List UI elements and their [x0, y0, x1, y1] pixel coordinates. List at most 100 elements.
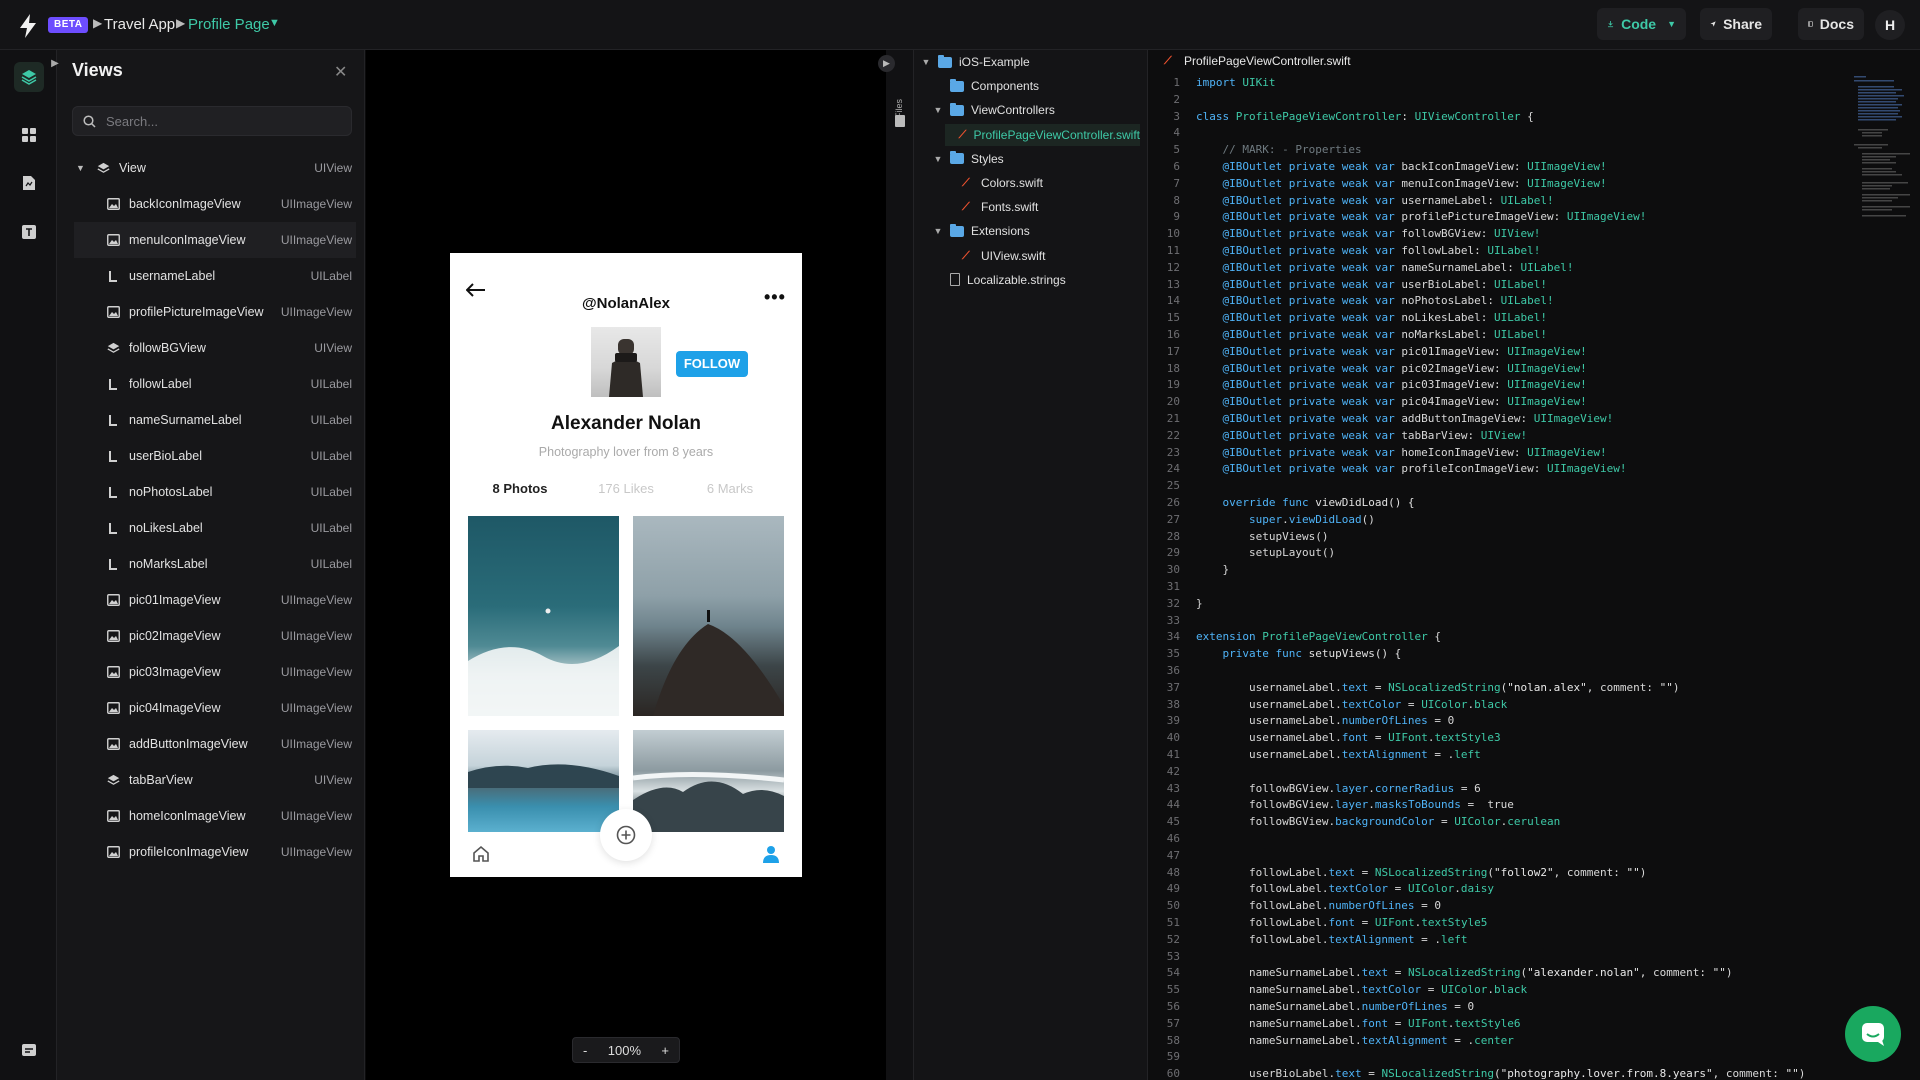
- file-tree-item[interactable]: ▼ ViewControllers: [933, 99, 1140, 121]
- folder-chevron-icon[interactable]: ▼: [933, 226, 943, 236]
- code-line[interactable]: 23 @IBOutlet private weak var homeIconIm…: [1148, 444, 1848, 461]
- code-line[interactable]: 1 import UIKit: [1148, 74, 1848, 91]
- code-line[interactable]: 52 followLabel.textAlignment = .left: [1148, 931, 1848, 948]
- view-row[interactable]: nameSurnameLabel UILabel: [74, 402, 356, 438]
- likes-count[interactable]: 176 Likes: [590, 481, 662, 496]
- code-line[interactable]: 39 usernameLabel.numberOfLines = 0: [1148, 712, 1848, 729]
- search-box[interactable]: [72, 106, 352, 136]
- code-line[interactable]: 33: [1148, 612, 1848, 629]
- code-line[interactable]: 27 super.viewDidLoad(): [1148, 511, 1848, 528]
- add-button[interactable]: [600, 809, 652, 861]
- code-line[interactable]: 17 @IBOutlet private weak var pic01Image…: [1148, 343, 1848, 360]
- page-dropdown-chevron-icon[interactable]: ▼: [269, 17, 280, 29]
- code-line[interactable]: 31: [1148, 578, 1848, 595]
- view-row[interactable]: userBioLabel UILabel: [74, 438, 356, 474]
- code-line[interactable]: 58 nameSurnameLabel.textAlignment = .cen…: [1148, 1032, 1848, 1049]
- zoom-in-button[interactable]: +: [661, 1043, 669, 1058]
- view-row[interactable]: usernameLabel UILabel: [74, 258, 356, 294]
- code-line[interactable]: 35 private func setupViews() {: [1148, 645, 1848, 662]
- code-line[interactable]: 47: [1148, 847, 1848, 864]
- view-row[interactable]: backIconImageView UIImageView: [74, 186, 356, 222]
- code-line[interactable]: 40 usernameLabel.font = UIFont.textStyle…: [1148, 729, 1848, 746]
- assets-file-icon[interactable]: [14, 168, 44, 198]
- code-line[interactable]: 19 @IBOutlet private weak var pic03Image…: [1148, 376, 1848, 393]
- code-line[interactable]: 7 @IBOutlet private weak var menuIconIma…: [1148, 175, 1848, 192]
- code-line[interactable]: 42: [1148, 763, 1848, 780]
- code-line[interactable]: 53: [1148, 948, 1848, 965]
- code-line[interactable]: 26 override func viewDidLoad() {: [1148, 494, 1848, 511]
- code-line[interactable]: 12 @IBOutlet private weak var nameSurnam…: [1148, 259, 1848, 276]
- code-line[interactable]: 3 class ProfilePageViewController: UIView…: [1148, 108, 1848, 125]
- view-row[interactable]: pic03ImageView UIImageView: [74, 654, 356, 690]
- docs-button[interactable]: Docs: [1798, 8, 1864, 40]
- home-icon[interactable]: [472, 845, 490, 863]
- code-line[interactable]: 8 @IBOutlet private weak var usernameLab…: [1148, 192, 1848, 209]
- code-line[interactable]: 16 @IBOutlet private weak var noMarksLab…: [1148, 326, 1848, 343]
- code-line[interactable]: 54 nameSurnameLabel.text = NSLocalizedSt…: [1148, 964, 1848, 981]
- view-row[interactable]: pic01ImageView UIImageView: [74, 582, 356, 618]
- profile-person-icon[interactable]: [763, 845, 779, 863]
- view-row[interactable]: profileIconImageView UIImageView: [74, 834, 356, 870]
- breadcrumb-page[interactable]: Profile Page: [188, 16, 270, 33]
- text-styles-icon[interactable]: [14, 217, 44, 247]
- close-icon[interactable]: ✕: [334, 62, 347, 82]
- code-line[interactable]: 49 followLabel.textColor = UIColor.daisy: [1148, 880, 1848, 897]
- file-tree-item[interactable]: ⟋ Colors.swift: [945, 172, 1140, 194]
- file-tree-item[interactable]: ⟋ Fonts.swift: [945, 196, 1140, 218]
- folder-chevron-icon[interactable]: ▼: [921, 57, 931, 67]
- chat-support-button[interactable]: [1845, 1006, 1901, 1062]
- file-tree-item[interactable]: ▼ Styles: [933, 148, 1140, 170]
- code-line[interactable]: 9 @IBOutlet private weak var profilePict…: [1148, 208, 1848, 225]
- layers-icon[interactable]: [14, 62, 44, 92]
- zoom-out-button[interactable]: -: [583, 1043, 587, 1058]
- code-line[interactable]: 60 userBioLabel.text = NSLocalizedString…: [1148, 1065, 1848, 1080]
- code-line[interactable]: 38 usernameLabel.textColor = UIColor.bla…: [1148, 696, 1848, 713]
- view-row[interactable]: noLikesLabel UILabel: [74, 510, 356, 546]
- folder-chevron-icon[interactable]: ▼: [933, 105, 943, 115]
- code-line[interactable]: 20 @IBOutlet private weak var pic04Image…: [1148, 393, 1848, 410]
- code-line[interactable]: 5 // MARK: - Properties: [1148, 141, 1848, 158]
- folder-chevron-icon[interactable]: ▼: [933, 154, 943, 164]
- code-line[interactable]: 29 setupLayout(): [1148, 544, 1848, 561]
- code-line[interactable]: 13 @IBOutlet private weak var userBioLab…: [1148, 276, 1848, 293]
- avatar[interactable]: H: [1875, 10, 1905, 40]
- code-line[interactable]: 25: [1148, 477, 1848, 494]
- code-area[interactable]: 1 import UIKit 2 3 class ProfilePageViewCont…: [1148, 74, 1848, 1080]
- expand-panel-chevron-icon[interactable]: ▶: [878, 55, 895, 72]
- view-row[interactable]: menuIconImageView UIImageView: [74, 222, 356, 258]
- code-line[interactable]: 55 nameSurnameLabel.textColor = UIColor.…: [1148, 981, 1848, 998]
- code-line[interactable]: 37 usernameLabel.text = NSLocalizedStrin…: [1148, 679, 1848, 696]
- more-dots-icon[interactable]: •••: [764, 287, 786, 308]
- bolt-logo-icon[interactable]: [14, 12, 42, 40]
- code-line[interactable]: 46: [1148, 830, 1848, 847]
- code-line[interactable]: 11 @IBOutlet private weak var followLabe…: [1148, 242, 1848, 259]
- editor-tab[interactable]: ⟋ ProfilePageViewController.swift: [1164, 54, 1351, 68]
- search-input[interactable]: [106, 113, 326, 129]
- code-line[interactable]: 57 nameSurnameLabel.font = UIFont.textSt…: [1148, 1015, 1848, 1032]
- phone-preview[interactable]: @NolanAlex ••• FOLLOW Alexander Nolan Ph…: [450, 253, 802, 877]
- collapse-panel-chevron-icon[interactable]: ▶: [46, 55, 64, 73]
- file-tree-item[interactable]: ⟋ UIView.swift: [945, 245, 1140, 267]
- view-row[interactable]: addButtonImageView UIImageView: [74, 726, 356, 762]
- photos-count[interactable]: 8 Photos: [486, 481, 554, 496]
- photo-thumbnail-4[interactable]: [633, 730, 784, 832]
- file-tree-item[interactable]: ▼ Extensions: [933, 220, 1140, 242]
- components-grid-icon[interactable]: [14, 120, 44, 150]
- code-line[interactable]: 24 @IBOutlet private weak var profileIco…: [1148, 460, 1848, 477]
- code-line[interactable]: 44 followBGView.layer.masksToBounds = tr…: [1148, 796, 1848, 813]
- code-line[interactable]: 15 @IBOutlet private weak var noLikesLab…: [1148, 309, 1848, 326]
- photo-thumbnail-3[interactable]: [468, 730, 619, 832]
- code-line[interactable]: 2: [1148, 91, 1848, 108]
- code-line[interactable]: 30 }: [1148, 561, 1848, 578]
- photo-thumbnail-1[interactable]: [468, 516, 619, 716]
- view-row[interactable]: noMarksLabel UILabel: [74, 546, 356, 582]
- code-line[interactable]: 6 @IBOutlet private weak var backIconIma…: [1148, 158, 1848, 175]
- code-minimap[interactable]: [1852, 74, 1912, 254]
- view-row[interactable]: followLabel UILabel: [74, 366, 356, 402]
- view-row[interactable]: tabBarView UIView: [74, 762, 356, 798]
- file-tree-item[interactable]: Components: [933, 75, 1140, 97]
- share-button[interactable]: Share: [1700, 8, 1772, 40]
- view-row[interactable]: pic04ImageView UIImageView: [74, 690, 356, 726]
- code-line[interactable]: 21 @IBOutlet private weak var addButtonI…: [1148, 410, 1848, 427]
- file-tree-item[interactable]: ⟋ ProfilePageViewController.swift: [945, 123, 1140, 146]
